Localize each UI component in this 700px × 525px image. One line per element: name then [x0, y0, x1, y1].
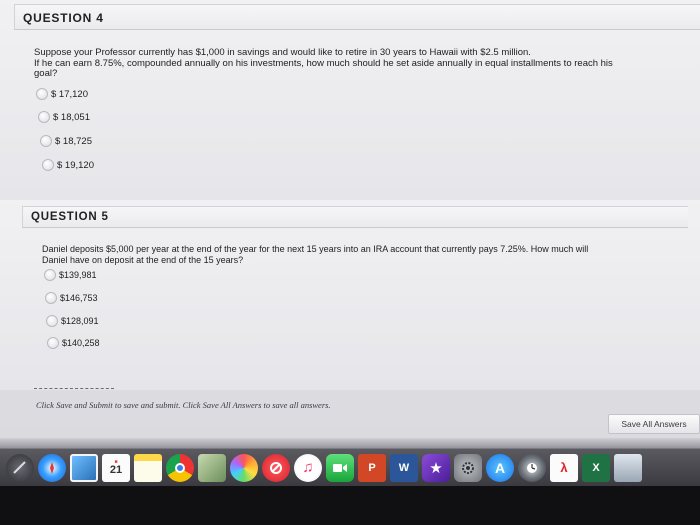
chrome-icon[interactable]	[166, 453, 194, 482]
divider	[34, 388, 114, 389]
question-4-title: QUESTION 4	[23, 11, 104, 25]
q5-radio-1[interactable]	[44, 269, 56, 281]
word-icon[interactable]: W	[390, 453, 418, 482]
q4-option-1-label: $ 17,120	[51, 88, 88, 100]
question-5-block: QUESTION 5 Daniel deposits $5,000 per ye…	[0, 200, 700, 390]
q5-radio-2[interactable]	[45, 292, 57, 304]
q4-option-1[interactable]: $ 17,120	[36, 86, 88, 102]
notes-icon[interactable]	[134, 453, 162, 482]
q5-option-4[interactable]: $140,258	[47, 335, 100, 351]
question-5-header: QUESTION 5	[22, 206, 688, 228]
q5-radio-3[interactable]	[46, 315, 58, 327]
q5-option-4-label: $140,258	[62, 338, 100, 348]
question-5-title: QUESTION 5	[31, 211, 109, 223]
finder-window-icon[interactable]	[614, 453, 642, 482]
calendar-day: 21	[109, 464, 123, 476]
photos-color-icon[interactable]	[230, 453, 258, 482]
q4-radio-2[interactable]	[38, 111, 50, 123]
preview-icon[interactable]	[70, 453, 98, 482]
submit-instructions: Click Save and Submit to save and submit…	[36, 400, 331, 410]
question-5-text: Daniel deposits $5,000 per year at the e…	[42, 244, 662, 265]
launchpad-icon[interactable]	[6, 453, 34, 482]
acrobat-icon[interactable]: λ	[550, 453, 578, 482]
q4-option-3[interactable]: $ 18,725	[40, 133, 92, 149]
imovie-icon[interactable]: ★	[422, 453, 450, 482]
q5-option-2-label: $146,753	[60, 293, 98, 303]
calendar-icon[interactable]: ■ 21	[102, 453, 130, 482]
app-store-icon[interactable]: A	[486, 453, 514, 482]
q5-option-2[interactable]: $146,753	[45, 290, 98, 306]
monitor-bezel	[0, 486, 700, 525]
q4-option-4[interactable]: $ 19,120	[42, 157, 94, 173]
q4-option-3-label: $ 18,725	[55, 135, 92, 147]
q4-radio-1[interactable]	[36, 88, 48, 100]
music-icon[interactable]: ♫	[294, 453, 322, 482]
q5-option-3-label: $128,091	[61, 316, 99, 326]
safari-icon[interactable]	[38, 453, 66, 482]
question-4-header: QUESTION 4	[14, 4, 700, 30]
dock: ■ 21 ♫ P W ★ A λ X	[0, 448, 700, 486]
excel-icon[interactable]: X	[582, 453, 610, 482]
q5-option-1-label: $139,981	[59, 270, 97, 280]
question-5-text-line2: Daniel have on deposit at the end of the…	[42, 254, 244, 265]
system-prefs-icon[interactable]	[454, 453, 482, 482]
q4-option-2[interactable]: $ 18,051	[38, 109, 90, 125]
news-icon[interactable]	[262, 453, 290, 482]
question-4-text-line3: goal?	[34, 68, 58, 79]
time-machine-icon[interactable]	[518, 453, 546, 482]
q4-radio-4[interactable]	[42, 159, 54, 171]
question-4-text-line1: Suppose your Professor currently has $1,…	[34, 47, 531, 58]
q5-radio-4[interactable]	[47, 337, 59, 349]
question-4-text: Suppose your Professor currently has $1,…	[34, 47, 674, 80]
q5-option-3[interactable]: $128,091	[46, 313, 99, 329]
q4-option-4-label: $ 19,120	[57, 159, 94, 171]
q4-option-2-label: $ 18,051	[53, 111, 90, 123]
powerpoint-icon[interactable]: P	[358, 453, 386, 482]
photos-icon[interactable]	[198, 453, 226, 482]
save-all-answers-button[interactable]: Save All Answers	[608, 414, 700, 434]
q4-radio-3[interactable]	[40, 135, 52, 147]
question-5-text-line1: Daniel deposits $5,000 per year at the e…	[42, 244, 589, 254]
question-4-text-line2: If he can earn 8.75%, compounded annuall…	[34, 57, 613, 69]
question-4-block: QUESTION 4 Suppose your Professor curren…	[0, 0, 700, 200]
screen: QUESTION 4 Suppose your Professor curren…	[0, 0, 700, 525]
facetime-icon[interactable]	[326, 453, 354, 482]
q5-option-1[interactable]: $139,981	[44, 267, 97, 283]
